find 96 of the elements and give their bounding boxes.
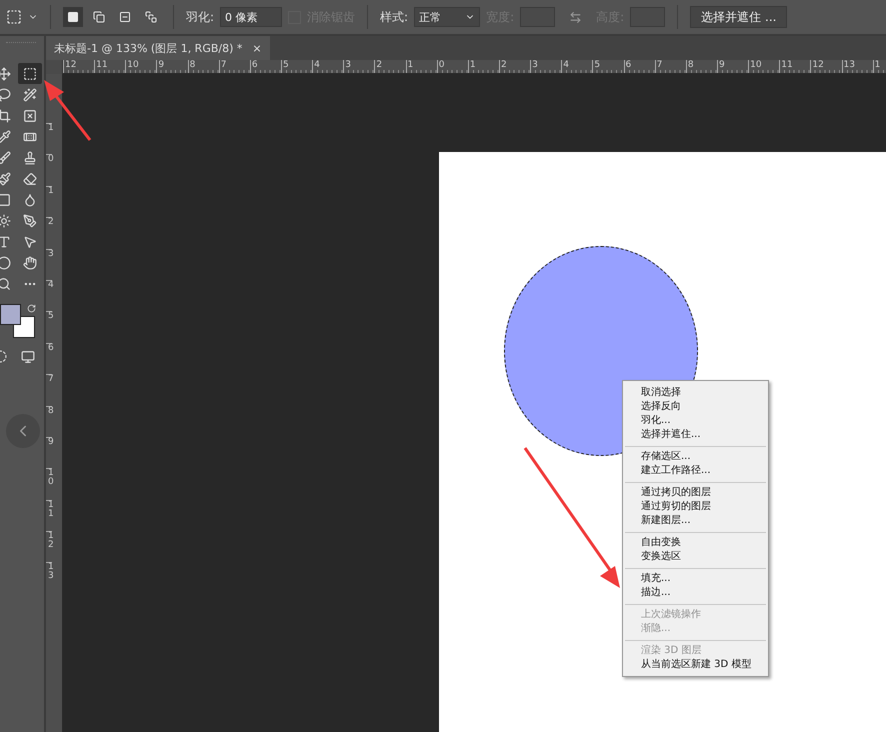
menu-item[interactable]: 描边... <box>625 586 766 600</box>
ruler-number: 2 <box>374 60 406 73</box>
pen-icon <box>23 214 37 228</box>
menu-item[interactable]: 选择并遮住... <box>623 428 768 442</box>
document-title: 未标题-1 @ 133% (图层 1, RGB/8) * <box>54 40 242 56</box>
ruler-number: 5 <box>592 60 624 73</box>
ruler-number: 1 <box>46 186 52 218</box>
ruler-number: 6 <box>624 60 655 73</box>
color-swatches-drawing[interactable] <box>0 304 36 340</box>
ruler-number: 7 <box>218 60 250 73</box>
ruler-number: 11 <box>46 500 52 532</box>
ruler-number: 5 <box>46 311 52 343</box>
menu-item[interactable]: 羽化... <box>623 414 768 428</box>
style-label: 样式: <box>380 8 408 26</box>
ruler-number: 2 <box>46 217 52 249</box>
ruler-number: 3 <box>46 248 52 280</box>
type-icon <box>0 234 11 248</box>
selection-mode-icon <box>145 11 157 23</box>
ruler-number: 6 <box>250 60 281 73</box>
ruler-number: 12 <box>810 60 842 73</box>
ruler-number: 2 <box>498 60 530 73</box>
ruler-number: 8 <box>188 60 219 73</box>
style-select[interactable]: 正常 <box>414 7 480 27</box>
ruler-number: 9 <box>716 60 748 73</box>
ruler-number: 1 <box>872 60 886 73</box>
marquee-icon[interactable] <box>6 9 22 25</box>
eyedropper-icon <box>0 130 11 144</box>
ruler-number: 4 <box>561 60 592 73</box>
menu-item[interactable]: 从当前选区新建 3D 模型 <box>625 658 766 672</box>
menu-item[interactable]: 选择反向 <box>623 400 768 414</box>
zoom-icon <box>0 276 11 290</box>
brush-icon <box>0 150 11 164</box>
menu-item[interactable]: 存储选区... <box>625 450 766 464</box>
ruler-number: 10 <box>125 60 156 73</box>
selection-mode-icon <box>67 11 79 23</box>
selection-mode-icon <box>119 11 131 23</box>
ruler-number: 1 <box>468 60 499 73</box>
menu-item[interactable]: 填充... <box>625 572 766 586</box>
stamp-icon <box>23 150 37 164</box>
ruler-number: 5 <box>280 60 312 73</box>
ruler-number: 12 <box>46 531 52 562</box>
selection-mode-icon <box>93 11 105 23</box>
pointer-icon <box>23 234 37 248</box>
selection-mode-button[interactable] <box>63 7 83 27</box>
ruler-number: 0 <box>46 154 52 186</box>
annotation-arrow <box>44 80 92 141</box>
ruler-number: 3 <box>530 60 562 73</box>
hand-icon <box>23 256 37 270</box>
height-field[interactable] <box>630 7 666 27</box>
ruler-number: 11 <box>94 60 126 73</box>
ruler-number: 8 <box>686 60 717 73</box>
ruler-number: 8 <box>46 406 52 437</box>
crop-icon <box>0 108 11 122</box>
screen-mode-icon[interactable] <box>21 350 35 364</box>
ruler-number: 9 <box>46 436 52 468</box>
select-and-mask-button[interactable]: 选择并遮住 ... <box>690 6 788 28</box>
ruler-number: 7 <box>46 374 52 406</box>
menu-item[interactable]: 取消选择 <box>623 386 768 400</box>
ruler-number: 4 <box>312 60 344 73</box>
ruler-number: 11 <box>779 60 810 73</box>
sun-icon <box>0 214 11 228</box>
menu-item[interactable]: 新建图层... <box>625 514 766 528</box>
ruler-number: 0 <box>436 60 468 73</box>
ruler-number: 1 <box>46 123 52 154</box>
document-tab[interactable]: 未标题-1 @ 133% (图层 1, RGB/8) * × <box>46 36 270 60</box>
swap-icon[interactable] <box>569 10 582 24</box>
feather-field[interactable]: 0 像素 <box>220 7 282 27</box>
magic-wand-icon <box>23 88 37 102</box>
ruler-number: 9 <box>156 60 188 73</box>
frame-icon <box>23 108 37 122</box>
lasso-icon <box>0 88 11 102</box>
menu-item[interactable]: 变换选区 <box>625 550 766 564</box>
menu-item[interactable]: 自由变换 <box>625 536 766 550</box>
close-tab-button[interactable]: × <box>252 42 262 54</box>
ruler-number: 10 <box>748 60 780 73</box>
feather-label: 羽化: <box>186 8 214 26</box>
move-icon <box>0 66 11 80</box>
ruler-number: 7 <box>654 60 686 73</box>
eraser-icon <box>23 172 37 186</box>
ruler-number: 13 <box>46 562 52 594</box>
menu-item[interactable]: 建立工作路径... <box>625 464 766 478</box>
tool-button[interactable] <box>18 63 42 84</box>
width-field[interactable] <box>520 7 556 27</box>
swap-colors-icon[interactable] <box>27 304 36 313</box>
brush-icon <box>0 172 11 186</box>
ruler-number: 12 <box>63 60 94 73</box>
menu-item[interactable]: 通过剪切的图层 <box>625 500 766 514</box>
ruler-number: 4 <box>46 280 52 312</box>
menu-item[interactable]: 通过拷贝的图层 <box>625 486 766 500</box>
ruler-number: 3 <box>343 60 374 73</box>
ruler-number: 10 <box>46 468 52 500</box>
ruler-number: 6 <box>46 342 52 374</box>
ruler-number: 13 <box>842 60 873 73</box>
marquee-icon <box>23 66 37 80</box>
droplet-icon <box>23 192 37 206</box>
ruler-number: 1 <box>406 60 437 73</box>
